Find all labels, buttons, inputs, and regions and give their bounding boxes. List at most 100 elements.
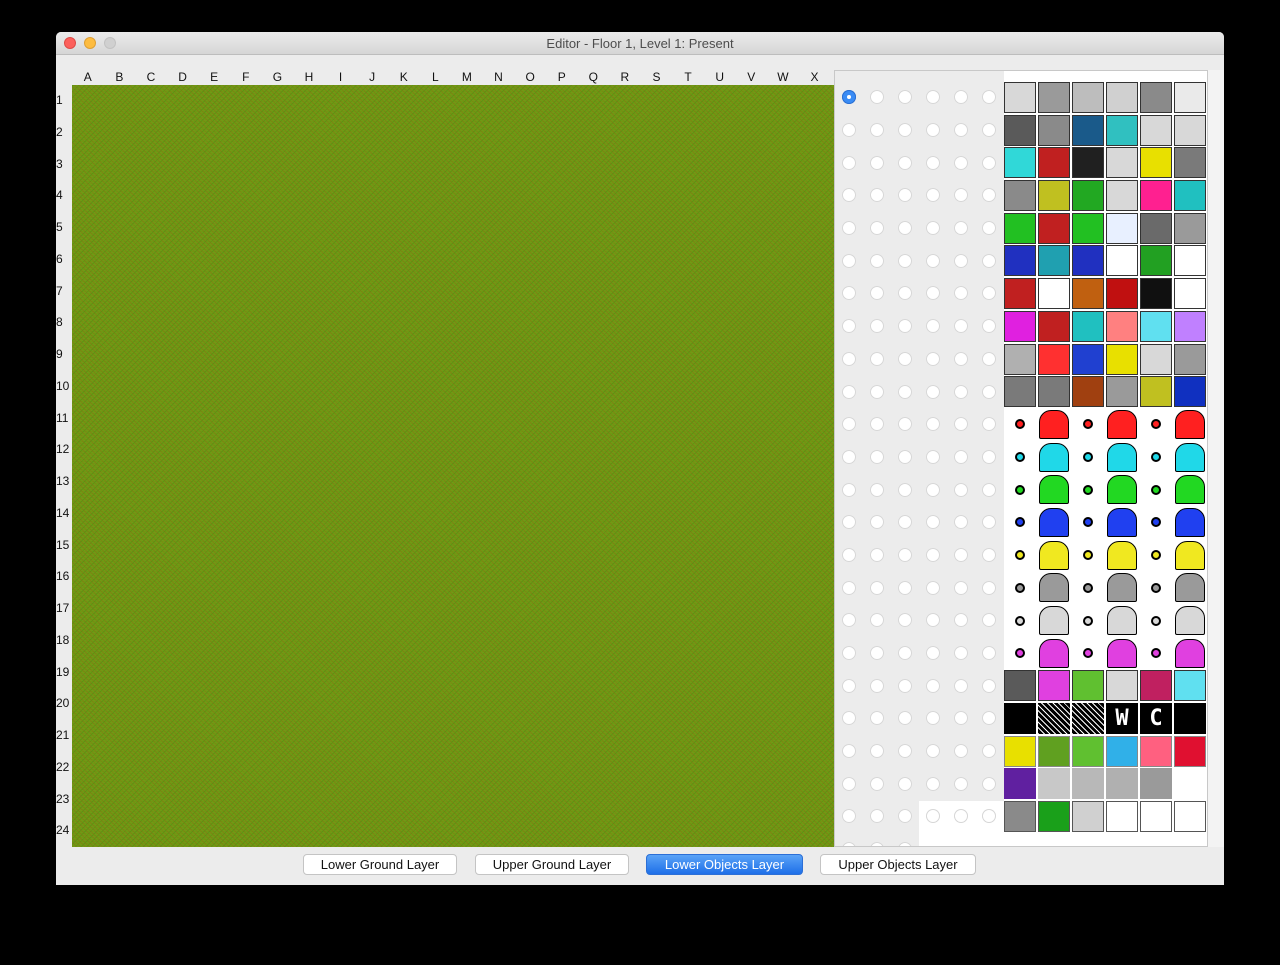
object-radio[interactable] bbox=[919, 800, 947, 833]
object-radio[interactable] bbox=[947, 408, 975, 441]
object-tile[interactable] bbox=[1072, 376, 1104, 408]
object-tile[interactable] bbox=[1140, 670, 1172, 702]
object-radio[interactable] bbox=[919, 277, 947, 310]
object-tile[interactable] bbox=[1106, 180, 1138, 212]
object-radio[interactable] bbox=[835, 506, 863, 539]
object-radio[interactable] bbox=[891, 310, 919, 343]
object-radio[interactable] bbox=[947, 669, 975, 702]
object-tile[interactable] bbox=[1038, 507, 1070, 538]
object-radio[interactable] bbox=[891, 441, 919, 474]
object-tile[interactable] bbox=[1106, 82, 1138, 113]
object-tile[interactable] bbox=[1038, 735, 1070, 767]
object-tile[interactable] bbox=[1004, 638, 1036, 669]
object-tile[interactable] bbox=[1106, 310, 1138, 342]
object-radio[interactable] bbox=[919, 244, 947, 277]
object-tile[interactable] bbox=[1106, 245, 1138, 277]
object-tile[interactable] bbox=[1004, 376, 1036, 408]
object-radio[interactable] bbox=[835, 604, 863, 637]
object-tile[interactable] bbox=[1004, 801, 1036, 833]
object-tile[interactable] bbox=[1106, 768, 1138, 800]
object-tile[interactable] bbox=[1106, 507, 1138, 538]
object-radio[interactable] bbox=[863, 735, 891, 768]
object-tile[interactable] bbox=[1174, 114, 1206, 146]
object-tile[interactable] bbox=[1140, 442, 1172, 473]
object-tile[interactable] bbox=[1004, 114, 1036, 146]
object-radio[interactable] bbox=[835, 702, 863, 735]
object-radio[interactable] bbox=[975, 800, 1003, 833]
object-radio[interactable] bbox=[947, 506, 975, 539]
object-radio[interactable] bbox=[863, 441, 891, 474]
object-radio[interactable] bbox=[863, 833, 891, 846]
object-radio[interactable] bbox=[975, 408, 1003, 441]
object-radio[interactable] bbox=[919, 343, 947, 376]
object-radio[interactable] bbox=[863, 146, 891, 179]
object-radio[interactable] bbox=[975, 473, 1003, 506]
object-tile[interactable] bbox=[1072, 212, 1104, 244]
object-radio[interactable] bbox=[947, 310, 975, 343]
object-radio[interactable] bbox=[863, 604, 891, 637]
object-tile[interactable] bbox=[1174, 82, 1206, 113]
object-tile[interactable] bbox=[1174, 278, 1206, 310]
object-tile[interactable] bbox=[1072, 82, 1104, 113]
object-tile[interactable] bbox=[1038, 605, 1070, 636]
object-tile[interactable] bbox=[1038, 278, 1070, 310]
object-radio[interactable] bbox=[947, 800, 975, 833]
object-radio[interactable] bbox=[863, 114, 891, 147]
object-tile[interactable] bbox=[1140, 735, 1172, 767]
object-radio[interactable] bbox=[891, 375, 919, 408]
object-radio[interactable] bbox=[863, 277, 891, 310]
object-radio[interactable] bbox=[863, 310, 891, 343]
object-radio[interactable] bbox=[835, 735, 863, 768]
object-tile[interactable] bbox=[1072, 180, 1104, 212]
object-tile[interactable] bbox=[1004, 147, 1036, 179]
object-radio[interactable] bbox=[975, 277, 1003, 310]
object-radio[interactable] bbox=[947, 81, 975, 114]
object-radio[interactable] bbox=[947, 441, 975, 474]
object-radio[interactable] bbox=[835, 539, 863, 572]
object-tile[interactable] bbox=[1072, 834, 1104, 846]
object-tile[interactable] bbox=[1004, 474, 1036, 505]
object-tile[interactable] bbox=[1140, 540, 1172, 571]
object-radio[interactable] bbox=[919, 441, 947, 474]
object-tile[interactable]: C bbox=[1140, 703, 1172, 735]
object-radio[interactable] bbox=[835, 800, 863, 833]
object-tile[interactable] bbox=[1038, 768, 1070, 800]
object-tile[interactable] bbox=[1174, 540, 1206, 571]
object-tile[interactable] bbox=[1004, 540, 1036, 571]
object-radio[interactable] bbox=[947, 604, 975, 637]
object-radio[interactable] bbox=[975, 343, 1003, 376]
object-tile[interactable] bbox=[1072, 147, 1104, 179]
object-radio[interactable] bbox=[975, 114, 1003, 147]
object-tile[interactable] bbox=[1106, 278, 1138, 310]
object-radio[interactable] bbox=[975, 441, 1003, 474]
object-tile[interactable] bbox=[1174, 212, 1206, 244]
object-tile[interactable] bbox=[1038, 409, 1070, 440]
object-radio[interactable] bbox=[975, 212, 1003, 245]
object-radio[interactable] bbox=[947, 571, 975, 604]
lower-objects-layer-button[interactable]: Lower Objects Layer bbox=[646, 854, 803, 875]
object-radio[interactable] bbox=[863, 244, 891, 277]
object-tile[interactable] bbox=[1140, 474, 1172, 505]
object-tile[interactable] bbox=[1106, 474, 1138, 505]
object-tile[interactable] bbox=[1140, 310, 1172, 342]
object-radio[interactable] bbox=[835, 473, 863, 506]
object-radio[interactable] bbox=[919, 81, 947, 114]
object-radio[interactable] bbox=[863, 669, 891, 702]
object-radio[interactable] bbox=[891, 343, 919, 376]
object-tile[interactable] bbox=[1140, 638, 1172, 669]
object-tile[interactable] bbox=[1140, 572, 1172, 603]
object-tile[interactable] bbox=[1106, 670, 1138, 702]
object-tile[interactable] bbox=[1140, 147, 1172, 179]
object-tile[interactable] bbox=[1174, 310, 1206, 342]
object-tile[interactable] bbox=[1072, 409, 1104, 440]
object-tile[interactable] bbox=[1072, 703, 1104, 735]
object-tile[interactable] bbox=[1072, 442, 1104, 473]
object-tile[interactable] bbox=[1038, 376, 1070, 408]
object-tile[interactable] bbox=[1038, 834, 1070, 846]
object-radio[interactable] bbox=[891, 800, 919, 833]
object-tile[interactable] bbox=[1106, 147, 1138, 179]
object-tile[interactable] bbox=[1174, 638, 1206, 669]
object-radio[interactable] bbox=[975, 375, 1003, 408]
object-radio[interactable] bbox=[835, 310, 863, 343]
object-tile[interactable] bbox=[1106, 605, 1138, 636]
